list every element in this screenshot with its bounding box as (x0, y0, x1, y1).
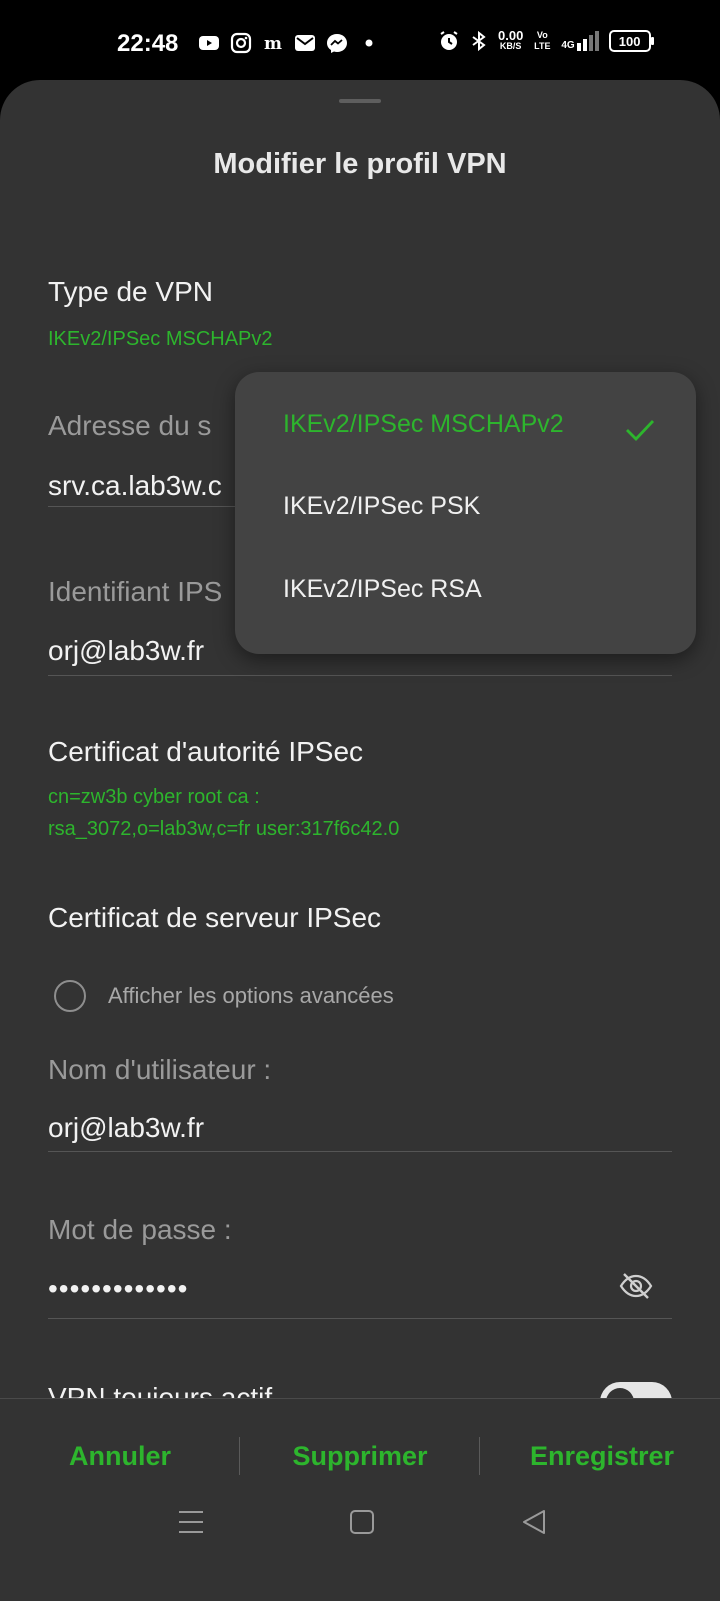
delete-button[interactable]: Supprimer (272, 1441, 448, 1472)
vpn-type-dropdown: IKEv2/IPSec MSCHAPv2 IKEv2/IPSec PSK IKE… (235, 372, 696, 654)
system-icons: 0.00 KB/S Vo LTE 4G 100 (438, 28, 654, 52)
username-label: Nom d'utilisateur : (48, 1054, 272, 1085)
dropdown-item-psk[interactable]: IKEv2/IPSec PSK (283, 492, 480, 521)
dot-icon (365, 39, 373, 47)
home-icon[interactable] (348, 1508, 376, 1536)
dropdown-item-mschapv2[interactable]: IKEv2/IPSec MSCHAPv2 (283, 410, 564, 439)
signal-indicator: 4G (561, 31, 600, 51)
vpn-type-label[interactable]: Type de VPN (48, 276, 213, 308)
lemonde-icon: m (264, 34, 282, 54)
net-speed: 0.00 KB/S (498, 28, 524, 52)
advanced-options-radio[interactable] (54, 980, 86, 1012)
ca-cert-label[interactable]: Certificat d'autorité IPSec (48, 736, 363, 768)
back-icon[interactable] (520, 1508, 548, 1536)
cancel-button[interactable]: Annuler (40, 1441, 200, 1472)
bluetooth-icon (472, 30, 486, 52)
username-underline (48, 1151, 672, 1152)
ipsec-id-label: Identifiant IPS (48, 576, 223, 607)
svg-text:m: m (264, 34, 282, 54)
sheet-title: Modifier le profil VPN (213, 148, 507, 180)
password-underline (48, 1318, 672, 1319)
dropdown-item-rsa[interactable]: IKEv2/IPSec RSA (283, 575, 482, 604)
vpn-profile-sheet: Modifier le profil VPN Type de VPN IKEv2… (0, 80, 720, 1600)
username-field[interactable]: orj@lab3w.fr (48, 1112, 204, 1144)
save-button[interactable]: Enregistrer (520, 1441, 684, 1472)
instagram-icon (230, 32, 252, 54)
ca-cert-value-line1: cn=zw3b cyber root ca : (48, 786, 260, 808)
signal-icon (576, 31, 599, 51)
action-bar: Annuler Supprimer Enregistrer (0, 1398, 720, 1601)
ipsec-id-field[interactable]: orj@lab3w.fr (48, 635, 204, 667)
messenger-icon (327, 34, 347, 53)
password-field[interactable]: ••••••••••••• (48, 1273, 188, 1305)
vpn-type-value: IKEv2/IPSec MSCHAPv2 (48, 328, 273, 350)
alarm-icon (440, 31, 458, 50)
notification-icons: m (198, 32, 380, 54)
advanced-options-label: Afficher les options avancées (108, 983, 394, 1008)
net-speed-value: 0.00 (498, 28, 524, 43)
server-cert-label[interactable]: Certificat de serveur IPSec (48, 902, 381, 934)
status-bar: 22:48 m 0.00 KB/S Vo LTE 4G 100 (0, 0, 720, 90)
action-divider (479, 1437, 480, 1475)
check-icon (626, 420, 655, 442)
ipsec-id-underline (48, 675, 672, 676)
server-address-label: Adresse du s (48, 410, 212, 441)
mail-icon (295, 35, 315, 51)
drag-handle[interactable] (339, 99, 381, 103)
volte-indicator: Vo LTE (534, 30, 551, 51)
net-speed-unit: KB/S (499, 41, 522, 51)
youtube-icon (199, 36, 219, 50)
menu-icon[interactable] (176, 1508, 206, 1536)
battery-indicator: 100 (608, 30, 654, 52)
password-label: Mot de passe : (48, 1214, 232, 1245)
server-address-field[interactable]: srv.ca.lab3w.c (48, 470, 222, 502)
network-type-label: 4G (561, 40, 575, 51)
advanced-options-row[interactable]: Afficher les options avancées (54, 980, 394, 1012)
status-time: 22:48 (117, 30, 179, 57)
action-divider (239, 1437, 240, 1475)
ca-cert-value-line2: rsa_3072,o=lab3w,c=fr user:317f6c42.0 (48, 818, 400, 840)
password-visibility-icon[interactable] (618, 1271, 654, 1301)
